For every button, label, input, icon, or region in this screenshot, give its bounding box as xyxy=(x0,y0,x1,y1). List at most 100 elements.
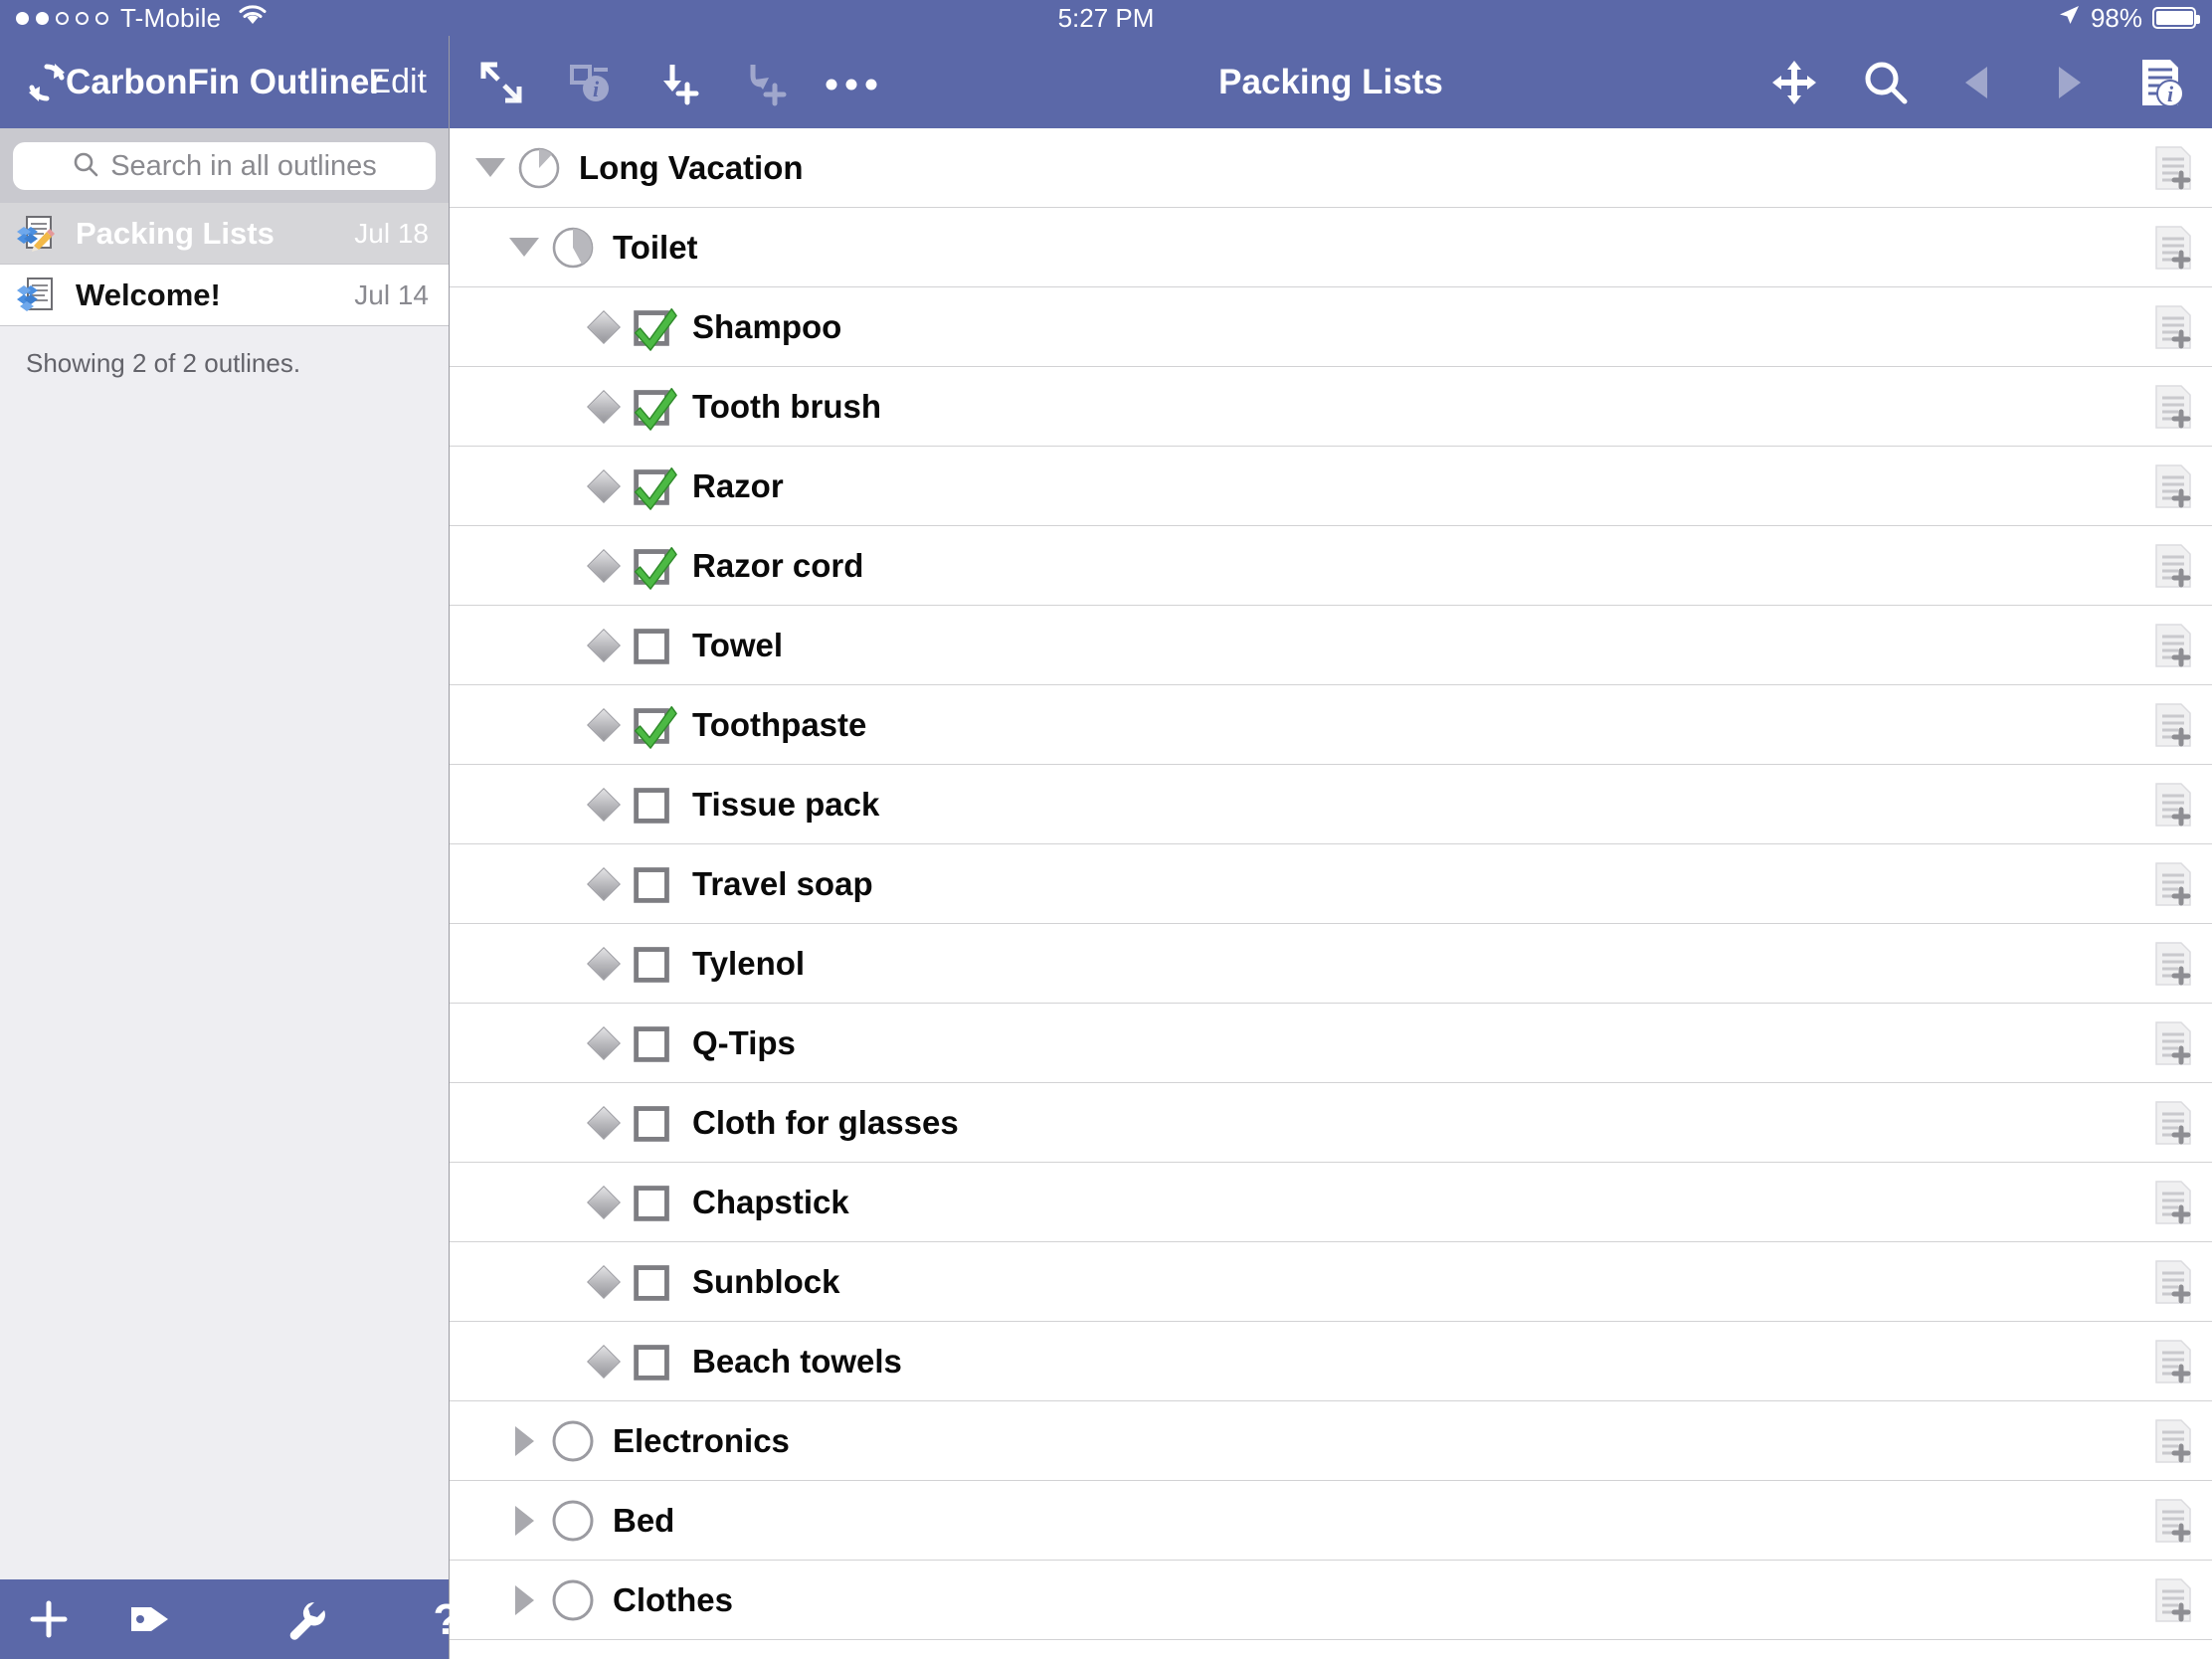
leaf-diamond-bullet-icon[interactable] xyxy=(581,1105,627,1140)
add-note-icon[interactable] xyxy=(2152,384,2194,430)
add-note-icon[interactable] xyxy=(2152,623,2194,668)
outline-node[interactable]: Sunblock xyxy=(450,1242,2212,1322)
tag-icon[interactable] xyxy=(127,1599,173,1639)
outline-node[interactable]: Clothes xyxy=(450,1561,2212,1640)
leaf-diamond-bullet-icon[interactable] xyxy=(581,946,627,981)
note-info-icon: i xyxy=(561,55,617,110)
add-note-icon[interactable] xyxy=(2152,1418,2194,1464)
search-input[interactable]: Search in all outlines xyxy=(13,142,436,190)
add-note-icon[interactable] xyxy=(2152,1498,2194,1544)
disclosure-triangle-right-icon[interactable] xyxy=(501,1425,547,1456)
outline-list-item-welcome[interactable]: Welcome! Jul 14 xyxy=(0,265,449,326)
checkbox-unchecked-icon[interactable] xyxy=(627,857,678,911)
leaf-diamond-bullet-icon[interactable] xyxy=(581,787,627,822)
add-note-icon[interactable] xyxy=(2152,304,2194,350)
add-note-icon[interactable] xyxy=(2152,1259,2194,1305)
outline-node[interactable]: Tissue pack xyxy=(450,765,2212,844)
add-sibling-icon[interactable] xyxy=(648,55,704,110)
leaf-diamond-bullet-icon[interactable] xyxy=(581,628,627,662)
outline-tree: Long Vacation Toilet Shampoo Tooth brush Raz… xyxy=(450,128,2212,1659)
outline-node[interactable]: Razor xyxy=(450,447,2212,526)
outline-node[interactable]: Long Vacation xyxy=(450,128,2212,208)
outline-list-item-packing-lists[interactable]: Packing Lists Jul 18 xyxy=(0,203,449,265)
checkbox-unchecked-icon[interactable] xyxy=(627,778,678,831)
add-note-icon[interactable] xyxy=(2152,1180,2194,1225)
leaf-diamond-bullet-icon[interactable] xyxy=(581,866,627,901)
outline-node[interactable]: Travel soap xyxy=(450,844,2212,924)
leaf-diamond-bullet-icon[interactable] xyxy=(581,707,627,742)
outline-node[interactable]: Towel xyxy=(450,606,2212,685)
sync-refresh-icon[interactable] xyxy=(22,58,72,107)
outline-node[interactable]: Tooth brush xyxy=(450,367,2212,447)
checkbox-checked-icon[interactable] xyxy=(627,380,678,434)
progress-pie-icon[interactable] xyxy=(547,226,599,270)
add-note-icon[interactable] xyxy=(2152,702,2194,748)
add-note-icon[interactable] xyxy=(2152,225,2194,271)
dropbox-stack-icon xyxy=(14,274,58,317)
expand-collapse-icon[interactable] xyxy=(473,55,529,110)
add-note-icon[interactable] xyxy=(2152,941,2194,987)
outline-node[interactable]: Razor cord xyxy=(450,526,2212,606)
checkbox-unchecked-icon[interactable] xyxy=(627,1096,678,1150)
disclosure-triangle-down-icon[interactable] xyxy=(501,238,547,257)
outline-node-label: Chapstick xyxy=(692,1183,849,1220)
leaf-diamond-bullet-icon[interactable] xyxy=(581,1344,627,1379)
disclosure-triangle-right-icon[interactable] xyxy=(501,1584,547,1615)
checkbox-checked-icon[interactable] xyxy=(627,698,678,752)
outline-node-label: Towel xyxy=(692,626,784,663)
add-note-icon[interactable] xyxy=(2152,1100,2194,1146)
checkbox-checked-icon[interactable] xyxy=(627,460,678,513)
checkbox-unchecked-icon[interactable] xyxy=(627,1335,678,1388)
outline-node[interactable]: Cloth for glasses xyxy=(450,1083,2212,1163)
checkbox-checked-icon[interactable] xyxy=(627,539,678,593)
leaf-diamond-bullet-icon[interactable] xyxy=(581,309,627,344)
checkbox-unchecked-icon[interactable] xyxy=(627,1255,678,1309)
outline-node[interactable]: Toilet xyxy=(450,208,2212,287)
leaf-diamond-bullet-icon[interactable] xyxy=(581,1185,627,1219)
plus-icon[interactable] xyxy=(26,1596,72,1642)
outline-node-label: Cloth for glasses xyxy=(692,1103,959,1141)
document-info-icon[interactable]: i xyxy=(2132,55,2188,110)
leaf-diamond-bullet-icon[interactable] xyxy=(581,389,627,424)
outline-node[interactable]: Beach towels xyxy=(450,1322,2212,1401)
progress-circle-icon[interactable] xyxy=(547,1499,599,1543)
outline-node-label: Tylenol xyxy=(692,944,806,982)
add-note-icon[interactable] xyxy=(2152,1577,2194,1623)
checkbox-checked-icon[interactable] xyxy=(627,300,678,354)
disclosure-triangle-right-icon[interactable] xyxy=(501,1505,547,1536)
outline-node[interactable]: Electronics xyxy=(450,1401,2212,1481)
disclosure-triangle-down-icon[interactable] xyxy=(467,158,513,177)
add-note-icon[interactable] xyxy=(2152,463,2194,509)
leaf-diamond-bullet-icon[interactable] xyxy=(581,1025,627,1060)
outline-node[interactable]: Shampoo xyxy=(450,287,2212,367)
checkbox-unchecked-icon[interactable] xyxy=(627,1176,678,1229)
add-note-icon[interactable] xyxy=(2152,543,2194,589)
outline-node[interactable]: Chapstick xyxy=(450,1163,2212,1242)
outline-node[interactable]: Tylenol xyxy=(450,924,2212,1004)
search-icon xyxy=(72,150,99,183)
checkbox-unchecked-icon[interactable] xyxy=(627,937,678,991)
add-note-icon[interactable] xyxy=(2152,861,2194,907)
outline-node[interactable]: Q-Tips xyxy=(450,1004,2212,1083)
checkbox-unchecked-icon[interactable] xyxy=(627,619,678,672)
leaf-diamond-bullet-icon[interactable] xyxy=(581,1264,627,1299)
add-note-icon[interactable] xyxy=(2152,1339,2194,1384)
leaf-diamond-bullet-icon[interactable] xyxy=(581,468,627,503)
outline-node[interactable]: Bed xyxy=(450,1481,2212,1561)
edit-button[interactable]: Edit xyxy=(368,63,427,101)
add-note-icon[interactable] xyxy=(2152,782,2194,828)
wrench-icon[interactable] xyxy=(284,1596,330,1642)
checkbox-unchecked-icon[interactable] xyxy=(627,1016,678,1070)
add-note-icon[interactable] xyxy=(2152,1020,2194,1066)
progress-circle-icon[interactable] xyxy=(547,1578,599,1622)
progress-circle-icon[interactable] xyxy=(547,1419,599,1463)
search-icon[interactable] xyxy=(1858,55,1914,110)
sidebar: CarbonFin Outliner Edit Search in all ou… xyxy=(0,0,460,1659)
leaf-diamond-bullet-icon[interactable] xyxy=(581,548,627,583)
more-options-icon[interactable] xyxy=(824,55,879,110)
move-icon[interactable] xyxy=(1766,55,1822,110)
outline-count-status: Showing 2 of 2 outlines. xyxy=(26,348,301,378)
outline-node[interactable]: Toothpaste xyxy=(450,685,2212,765)
progress-pie-icon[interactable] xyxy=(513,146,565,190)
add-note-icon[interactable] xyxy=(2152,145,2194,191)
